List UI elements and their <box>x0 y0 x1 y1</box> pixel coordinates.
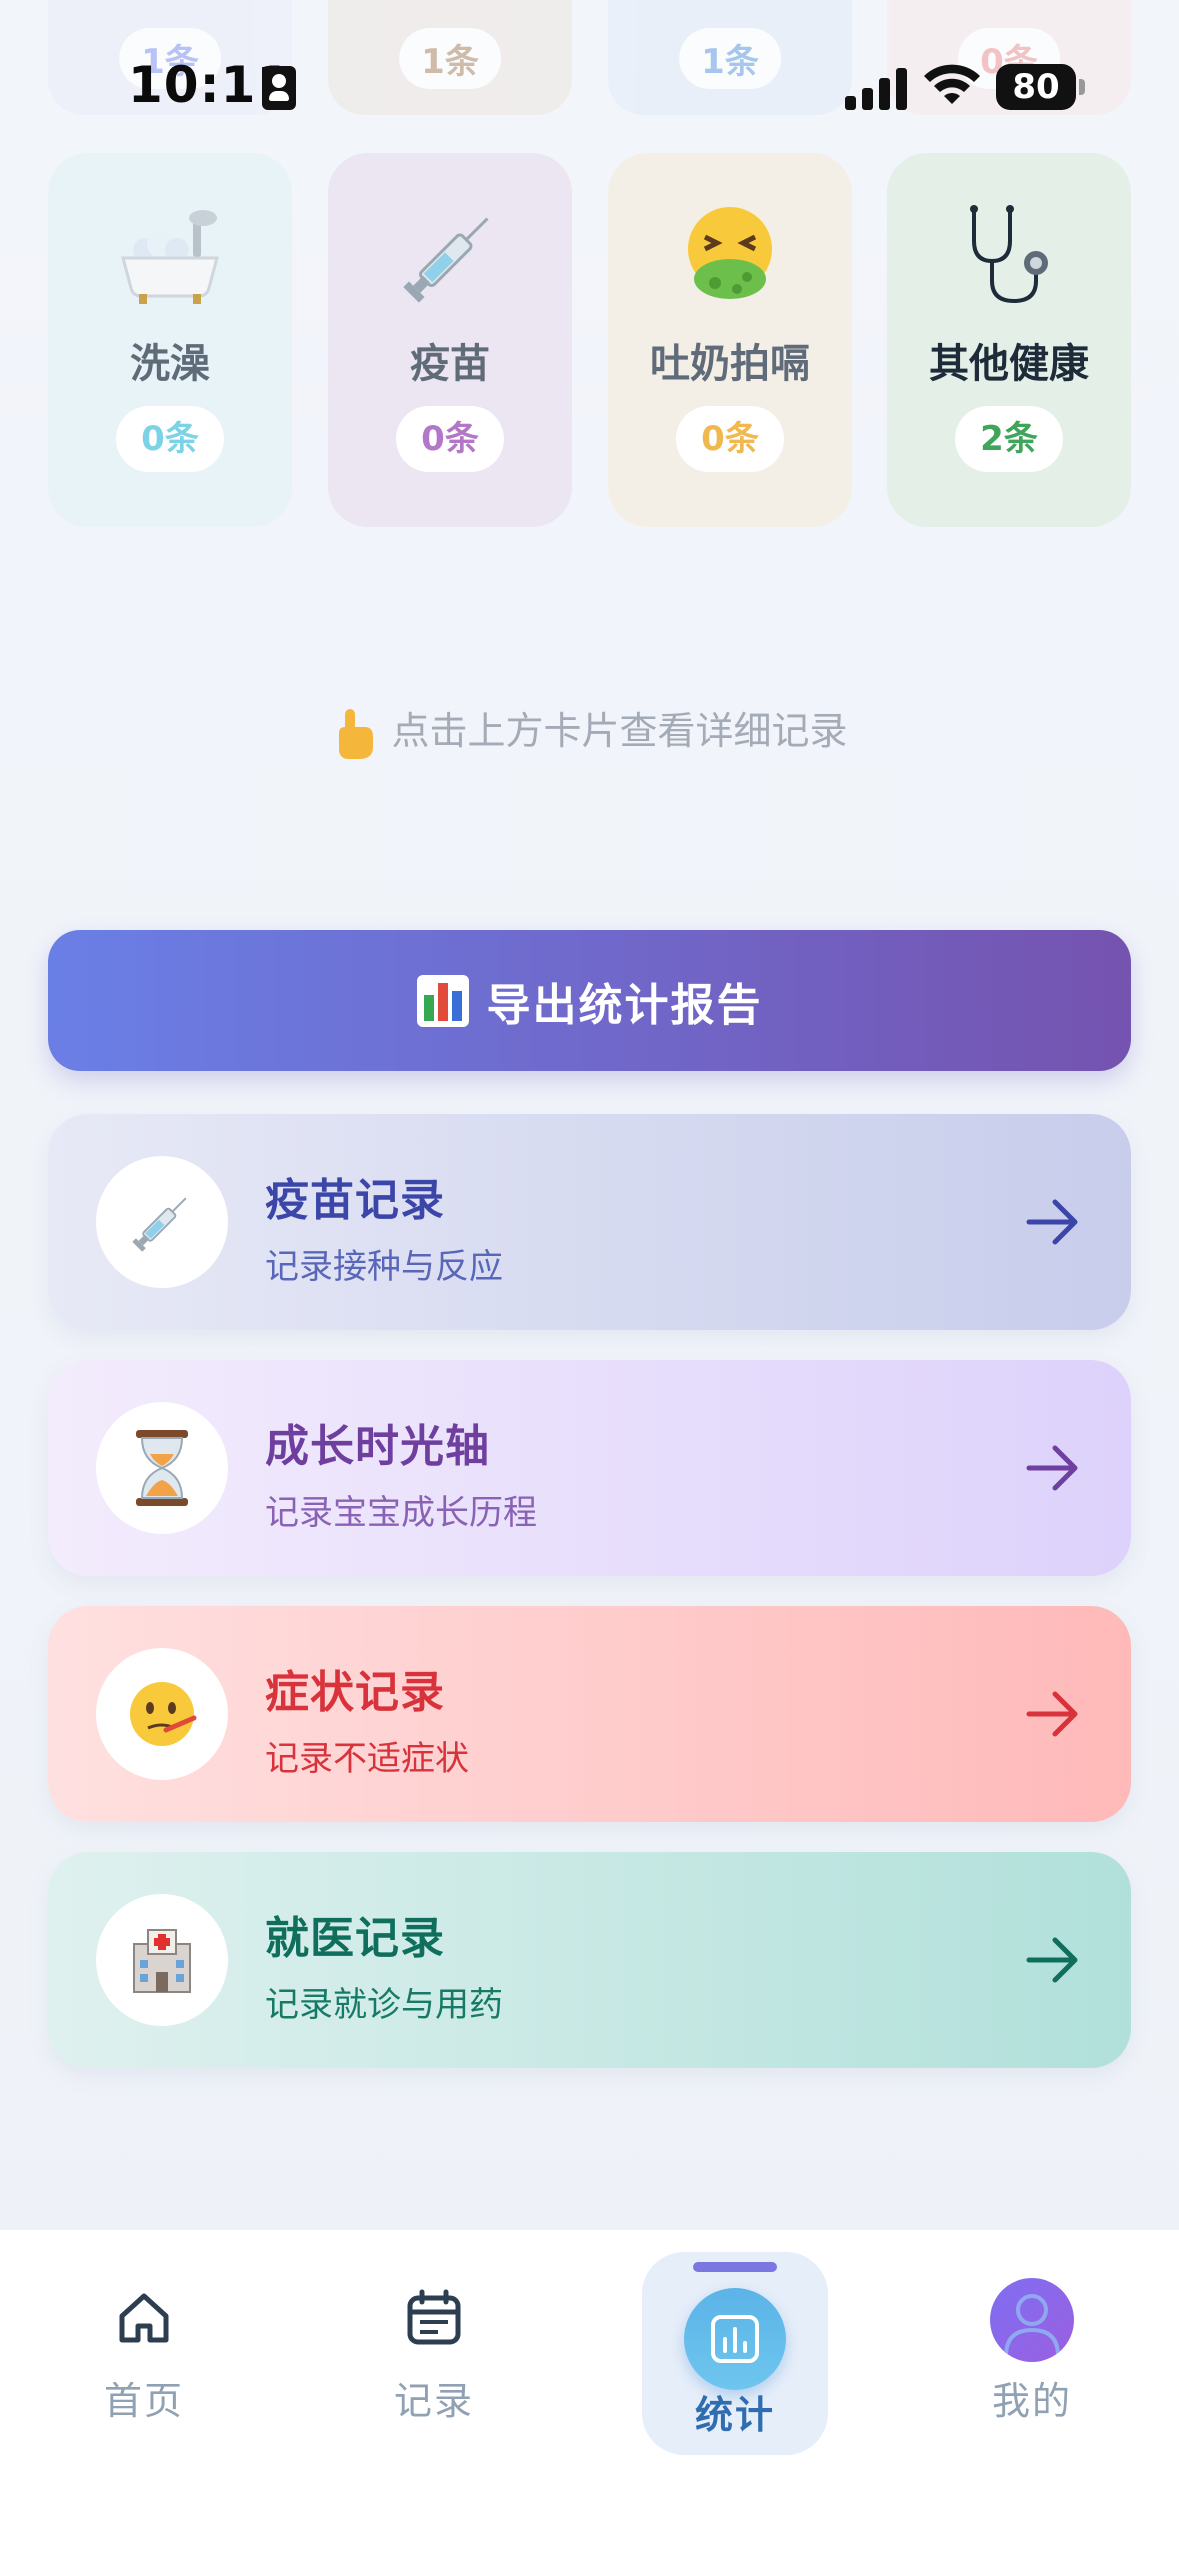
category-card-vaccine[interactable]: 疫苗 0条 <box>328 153 572 527</box>
growth-timeline-entry[interactable]: 成长时光轴 记录宝宝成长历程 <box>48 1360 1131 1576</box>
category-name: 吐奶拍嗝 <box>650 341 810 387</box>
arrow-right-icon <box>1026 1445 1078 1491</box>
battery-indicator: 80 <box>996 64 1085 110</box>
bottom-tab-bar: 首页 记录 统计 我的 <box>0 2230 1179 2556</box>
arrow-right-icon <box>1026 1937 1078 1983</box>
category-name: 其他健康 <box>929 341 1089 387</box>
hourglass-icon <box>96 1402 228 1534</box>
category-count: 0条 <box>676 406 784 472</box>
category-card-spitup[interactable]: 吐奶拍嗝 0条 <box>608 153 852 527</box>
arrow-right-icon <box>1026 1199 1078 1245</box>
tab-stats[interactable]: 统计 <box>642 2252 828 2455</box>
category-card-other-health[interactable]: 其他健康 2条 <box>887 153 1131 527</box>
medical-visit-record-entry[interactable]: 就医记录 记录就诊与用药 <box>48 1852 1131 2068</box>
record-title: 就医记录 <box>265 1913 445 1964</box>
record-subtitle: 记录不适症状 <box>265 1739 469 1779</box>
record-subtitle: 记录宝宝成长历程 <box>265 1493 537 1533</box>
category-card-bath[interactable]: 洗澡 0条 <box>48 153 292 527</box>
wifi-icon <box>924 64 980 104</box>
record-title: 疫苗记录 <box>265 1175 445 1226</box>
hint-text: 点击上方卡片查看详细记录 <box>391 709 848 753</box>
vaccine-record-entry[interactable]: 疫苗记录 记录接种与反应 <box>48 1114 1131 1330</box>
hospital-icon <box>96 1894 228 2026</box>
record-title: 成长时光轴 <box>265 1421 490 1472</box>
status-bar: 10:11 80 <box>0 0 1179 170</box>
record-subtitle: 记录接种与反应 <box>265 1247 503 1287</box>
hint-text-row: 点击上方卡片查看详细记录 <box>0 700 1179 759</box>
tab-label: 首页 <box>103 2379 184 2423</box>
bar-chart-icon <box>416 974 469 1027</box>
stats-page: 1条 1条 1条 0条 10:11 80 洗澡 0条 疫苗 0条 吐奶拍嗝 0条… <box>0 0 1179 2556</box>
stethoscope-icon <box>887 201 1131 311</box>
syringe-icon <box>96 1156 228 1288</box>
record-title: 症状记录 <box>265 1667 445 1718</box>
record-subtitle: 记录就诊与用药 <box>265 1985 503 2025</box>
sick-face-icon <box>96 1648 228 1780</box>
export-report-button[interactable]: 导出统计报告 <box>48 930 1131 1071</box>
stats-icon <box>684 2288 786 2390</box>
category-name: 疫苗 <box>410 341 490 387</box>
bathtub-icon <box>48 201 292 311</box>
tab-label: 记录 <box>393 2379 474 2423</box>
active-tab-indicator <box>693 2262 777 2272</box>
home-icon <box>119 2293 169 2343</box>
vomit-face-icon <box>608 201 852 311</box>
category-count: 2条 <box>955 406 1063 472</box>
arrow-right-icon <box>1026 1691 1078 1737</box>
category-count: 0条 <box>116 406 224 472</box>
export-button-label: 导出统计报告 <box>486 979 763 1031</box>
tab-label: 我的 <box>991 2379 1072 2423</box>
category-count: 0条 <box>396 406 504 472</box>
calendar-icon <box>407 2289 461 2345</box>
tab-label: 统计 <box>694 2393 775 2437</box>
category-name: 洗澡 <box>130 341 210 387</box>
cellular-signal-icon <box>845 66 907 110</box>
focus-id-icon <box>262 66 296 110</box>
syringe-icon <box>328 201 572 311</box>
pointing-finger-icon <box>339 708 374 759</box>
symptom-record-entry[interactable]: 症状记录 记录不适症状 <box>48 1606 1131 1822</box>
avatar-icon <box>990 2278 1074 2362</box>
